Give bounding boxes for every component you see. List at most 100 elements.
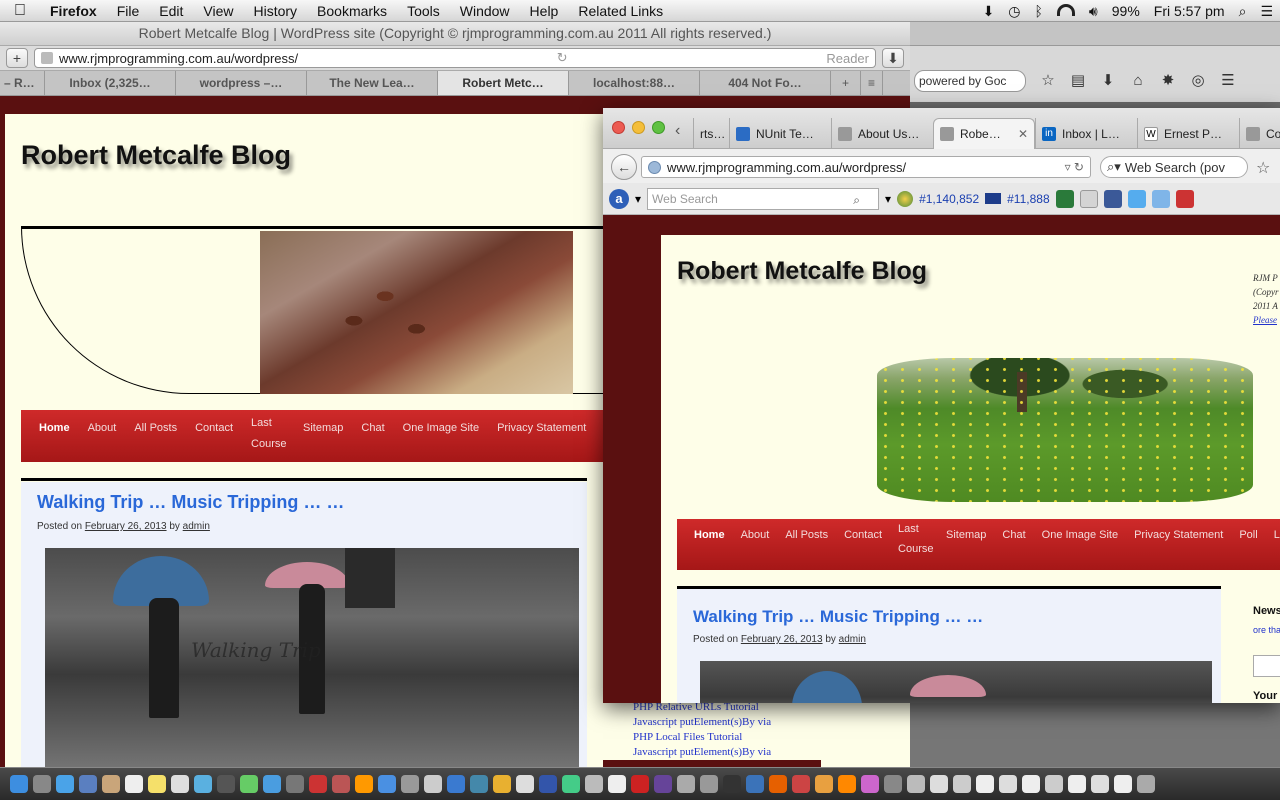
app-icon[interactable]: [355, 775, 373, 793]
app-store-icon[interactable]: [378, 775, 396, 793]
post-date-link[interactable]: February 26, 2013: [85, 521, 167, 532]
bookmark-star-icon[interactable]: ☆: [1040, 73, 1056, 89]
reader-button[interactable]: Reader: [826, 51, 869, 66]
launchpad-icon[interactable]: [33, 775, 51, 793]
menu-icon[interactable]: ☰: [1220, 73, 1236, 89]
tab-item[interactable]: Inbox (2,325…: [45, 71, 176, 95]
app-icon[interactable]: [608, 775, 626, 793]
menu-window[interactable]: Window: [450, 3, 520, 19]
system-preferences-icon[interactable]: [401, 775, 419, 793]
app-icon[interactable]: [539, 775, 557, 793]
menu-item-one-image-site[interactable]: One Image Site: [394, 410, 488, 462]
apple-icon[interactable]: : [0, 2, 40, 20]
maps-icon[interactable]: [194, 775, 212, 793]
country-rank[interactable]: #11,888: [1007, 192, 1050, 206]
zoom-window-icon[interactable]: [652, 121, 665, 134]
app-icon[interactable]: [286, 775, 304, 793]
close-window-icon[interactable]: [612, 121, 625, 134]
menu-item-all-posts[interactable]: All Posts: [125, 410, 186, 462]
menu-item-chat[interactable]: Chat: [352, 410, 393, 462]
tab-item[interactable]: The New Lea…: [307, 71, 438, 95]
app-icon[interactable]: [861, 775, 879, 793]
app-icon[interactable]: [447, 775, 465, 793]
app-icon[interactable]: [700, 775, 718, 793]
tab-item[interactable]: NUnit Te…: [729, 118, 831, 149]
opera-icon[interactable]: [631, 775, 649, 793]
app-icon[interactable]: [493, 775, 511, 793]
menu-view[interactable]: View: [193, 3, 243, 19]
reload-icon[interactable]: ↻: [557, 50, 568, 66]
app-icon[interactable]: [332, 775, 350, 793]
tab-item[interactable]: – R…: [0, 71, 45, 95]
blog-title[interactable]: Robert Metcalfe Blog: [677, 257, 927, 286]
firefox-icon[interactable]: [769, 775, 787, 793]
minimized-window-icon[interactable]: [976, 775, 994, 793]
trash-icon[interactable]: [1137, 775, 1155, 793]
minimized-window-icon[interactable]: [999, 775, 1017, 793]
app-icon[interactable]: [792, 775, 810, 793]
bluetooth-icon[interactable]: ᛒ: [1028, 3, 1050, 19]
battery-status[interactable]: 99%: [1105, 3, 1147, 19]
url-dropdown-and-reload-icon[interactable]: ▿ ↻: [1065, 160, 1084, 174]
menu-edit[interactable]: Edit: [149, 3, 193, 19]
menu-item-home[interactable]: Home: [21, 410, 79, 462]
menu-item-about[interactable]: About: [733, 519, 778, 570]
tab-item[interactable]: wordpress –…: [176, 71, 307, 95]
app-icon[interactable]: [516, 775, 534, 793]
tab-list-icon[interactable]: ≡: [861, 71, 883, 95]
url-field[interactable]: www.rjmprogramming.com.au/wordpress/ ↻ R…: [34, 48, 876, 68]
sync-icon[interactable]: ◎: [1190, 73, 1206, 89]
extension-icon[interactable]: ✸: [1160, 73, 1176, 89]
menu-history[interactable]: History: [243, 3, 307, 19]
twitter-icon[interactable]: [1127, 189, 1146, 208]
tab-item[interactable]: localhost:88…: [569, 71, 700, 95]
app-icon[interactable]: [309, 775, 327, 793]
menu-item-language[interactable]: Lang: [1266, 519, 1280, 570]
back-button[interactable]: ←: [611, 154, 637, 180]
post-title[interactable]: Walking Trip … Music Tripping … …: [37, 492, 344, 513]
post-photo[interactable]: Walking Trip: [45, 548, 579, 767]
author-link[interactable]: admin: [183, 521, 210, 532]
app-icon[interactable]: [424, 775, 442, 793]
tab-item[interactable]: W Ernest P…: [1137, 118, 1239, 149]
menu-help[interactable]: Help: [520, 3, 569, 19]
search-field[interactable]: powered by Goc: [914, 70, 1026, 92]
web-search-input[interactable]: Web Search ⌕: [647, 187, 880, 210]
facetime-icon[interactable]: [217, 775, 235, 793]
menu-item-sitemap[interactable]: Sitemap: [938, 519, 994, 570]
tab-scroll-left-icon[interactable]: ‹: [675, 122, 680, 140]
app-icon[interactable]: [884, 775, 902, 793]
finder-icon[interactable]: [10, 775, 28, 793]
sidebar-link[interactable]: Please: [1253, 313, 1280, 327]
app-icon[interactable]: [746, 775, 764, 793]
menu-item-home[interactable]: Home: [677, 519, 733, 570]
menu-item-poll[interactable]: Poll: [1231, 519, 1265, 570]
search-icon[interactable]: ⌕: [853, 190, 860, 210]
minimized-window-icon[interactable]: [1091, 775, 1109, 793]
chrome-icon[interactable]: [562, 775, 580, 793]
stopwatch-icon[interactable]: [1079, 189, 1098, 208]
minimized-window-icon[interactable]: [1068, 775, 1086, 793]
sidebar-link[interactable]: Javascript putElement(s)By via: [603, 715, 821, 730]
messages-icon[interactable]: [263, 775, 281, 793]
app-icon[interactable]: [815, 775, 833, 793]
tab-item-active[interactable]: Robert Metc…: [438, 71, 569, 95]
menu-bookmarks[interactable]: Bookmarks: [307, 3, 397, 19]
post-photo[interactable]: [700, 661, 1212, 703]
tab-item-active[interactable]: Robe… ✕: [933, 118, 1035, 149]
home-icon[interactable]: ⌂: [1130, 73, 1146, 89]
menu-file[interactable]: File: [107, 3, 150, 19]
app-icon[interactable]: [585, 775, 603, 793]
search-field[interactable]: ⌕▾ Web Search (pov: [1100, 156, 1248, 178]
app-icon[interactable]: [953, 775, 971, 793]
downloads-button[interactable]: ⬇: [882, 48, 904, 68]
menu-item-privacy-statement[interactable]: Privacy Statement: [1126, 519, 1231, 570]
post-title[interactable]: Walking Trip … Music Tripping … …: [693, 607, 983, 627]
app-icon[interactable]: [677, 775, 695, 793]
bookmark-star-icon[interactable]: ☆: [1256, 158, 1270, 178]
sidebar-link[interactable]: Javascript putElement(s)By via: [603, 745, 821, 760]
gmail-icon[interactable]: [1175, 189, 1194, 208]
sparkle-icon[interactable]: [1151, 189, 1170, 208]
volume-icon[interactable]: 🔊︎: [1082, 3, 1105, 20]
time-machine-icon[interactable]: ◷: [1001, 3, 1027, 20]
